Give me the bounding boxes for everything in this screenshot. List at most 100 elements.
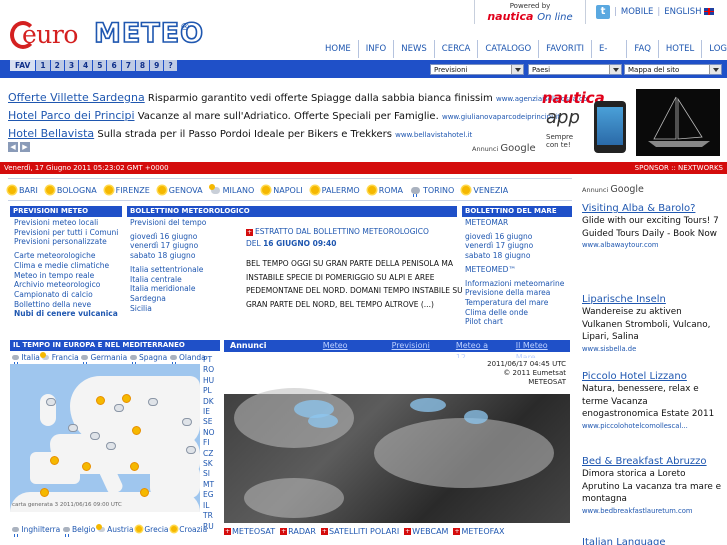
city-venezia[interactable]: VENEZIA [462,184,508,196]
city-palermo[interactable]: PALERMO [310,184,360,196]
ad-url[interactable]: www.piccolohotelcomollescal... [582,421,722,431]
link-region[interactable]: Sardegna [130,294,206,304]
fav-slot-4[interactable]: 4 [79,60,94,71]
english-link[interactable]: ENGLISH [664,7,714,17]
country-code[interactable]: PT [203,355,219,365]
nav-faq[interactable]: FAQ [626,40,657,58]
sailboat-image[interactable] [636,89,720,156]
right-ad[interactable]: Liparische Inseln Wandereise zu aktiven … [582,293,722,354]
link-satelliti-polari[interactable]: + SATELLITI POLARI [320,527,399,536]
link-previsioni-locali[interactable]: Previsioni meteo locali [14,218,118,228]
euro-meteo-logo[interactable]: euro METEO ® [10,17,204,54]
city-bari[interactable]: BARI [8,184,38,196]
ads-prev-button[interactable]: ◀ [8,142,18,152]
mappa-select[interactable]: Mappa del sito [624,64,722,75]
nav-hotel[interactable]: HOTEL [657,40,701,58]
nav-home[interactable]: HOME [318,40,358,58]
right-ad[interactable]: Visiting Alba & Barolo? Glide with our e… [582,202,722,250]
country-link[interactable]: Inghilterra [21,525,60,534]
ad-url[interactable]: www.sisbella.de [582,344,722,354]
link-region[interactable]: Italia meridionale [130,284,206,294]
country-code[interactable]: DK [203,397,219,407]
link-day[interactable]: venerdì 17 giugno [465,241,564,251]
right-ad[interactable]: Piccolo Hotel Lizzano Natura, benessere,… [582,370,722,431]
tab-meteo-mare[interactable]: Il Meteo Mare [502,340,570,362]
city-napoli[interactable]: NAPOLI [262,184,303,196]
link-mare[interactable]: Previsione della marea [465,288,564,298]
ad-url[interactable]: www.albawaytour.com [582,240,722,250]
fav-help[interactable]: ? [164,60,178,71]
country-link[interactable]: Grecia [144,525,168,534]
ad-title[interactable]: Italian Language [582,536,722,545]
link-calcio[interactable]: Campionato di calcio [14,290,118,300]
fav-slot-6[interactable]: 6 [107,60,122,71]
link-day[interactable]: giovedì 16 giugno [465,232,564,242]
link-meteofax[interactable]: + METEOFAX [453,527,504,536]
ad-line[interactable]: Hotel Bellavista Sulla strada per il Pas… [8,127,472,140]
country-link[interactable]: Italia [21,353,40,362]
link-mare[interactable]: Temperatura del mare [465,298,564,308]
nav-email[interactable]: E-MAIL [591,40,626,72]
link-previsioni-personalizzate[interactable]: Previsioni personalizzate [14,237,118,247]
country-code[interactable]: EG [203,490,219,500]
city-genova[interactable]: GENOVA [157,184,203,196]
country-code[interactable]: SI [203,469,219,479]
link-meteosat[interactable]: + METEOSAT [224,527,275,536]
twitter-icon[interactable]: t [596,5,610,19]
nav-favoriti[interactable]: FAVORITI [538,40,591,58]
ad-title[interactable]: Liparische Inseln [582,293,722,306]
europe-weather-map[interactable]: carta generata 3 2011/06/16 09:00 UTC [10,364,200,512]
estratto-link[interactable]: + ESTRATTO DAL BOLLETTINO METEOROLOGICO [246,226,472,238]
city-roma[interactable]: ROMA [367,184,403,196]
link-previsioni-tempo[interactable]: Previsioni del tempo [130,218,206,228]
ad-url[interactable]: www.bedbreakfastlauretum.com [582,506,722,516]
link-meteomed[interactable]: METEOMED™ [465,265,564,275]
link-day[interactable]: venerdì 17 giugno [130,241,206,251]
country-code[interactable]: HU [203,376,219,386]
tab-annunci-google[interactable]: Annunci Google [224,340,317,362]
tab-meteo-a-12[interactable]: Meteo a 12 [436,340,502,362]
country-code[interactable]: MT [203,480,219,490]
country-code[interactable]: NO [203,428,219,438]
country-code[interactable]: PL [203,386,219,396]
country-code[interactable]: FI [203,438,219,448]
link-region[interactable]: Italia centrale [130,275,206,285]
fav-slot-9[interactable]: 9 [150,60,165,71]
previsioni-select[interactable]: Previsioni [430,64,524,75]
country-code[interactable]: SK [203,459,219,469]
nav-info[interactable]: INFO [357,40,393,58]
country-code[interactable]: TR [203,511,219,521]
link-neve[interactable]: Bollettino della neve [14,300,118,310]
nav-catalogo[interactable]: CATALOGO [477,40,538,58]
annunci-google[interactable]: Annunci Google [472,143,536,154]
city-firenze[interactable]: FIRENZE [104,184,150,196]
country-link[interactable]: Francia [52,353,79,362]
city-milano[interactable]: MILANO [208,183,254,196]
link-region[interactable]: Sicilia [130,304,206,314]
link-previsioni-comuni[interactable]: Previsioni per tutti i Comuni [14,228,118,238]
link-region[interactable]: Italia settentrionale [130,265,206,275]
link-cenere[interactable]: Nubi di cenere vulcanica [14,309,118,319]
sponsor-link[interactable]: SPONSOR :: NEXTWORKS [635,162,723,174]
nav-login[interactable]: LOGIN [701,40,727,58]
city-torino[interactable]: TORINO [410,184,454,197]
link-radar[interactable]: + RADAR [280,527,316,536]
link-mare[interactable]: Clima delle onde [465,308,564,318]
tab-meteo[interactable]: Meteo [317,340,354,352]
city-bologna[interactable]: BOLOGNA [45,184,97,196]
ads-next-button[interactable]: ▶ [20,142,30,152]
country-link[interactable]: Croazia [179,525,207,534]
right-ad[interactable]: Italian Language [582,536,722,545]
link-mare[interactable]: Informazioni meteomarine [465,279,564,289]
country-code[interactable]: IE [203,407,219,417]
link-day[interactable]: sabato 18 giugno [465,251,564,261]
nav-news[interactable]: NEWS [393,40,434,58]
link-meteomar[interactable]: METEOMAR [465,218,564,228]
country-code[interactable]: SE [203,417,219,427]
link-tempo-reale[interactable]: Meteo in tempo reale [14,271,118,281]
nautica-app-banner[interactable]: nautica app Sempre con te! Annunci Googl… [472,87,632,157]
link-mare[interactable]: Pilot chart [465,317,564,327]
link-day[interactable]: sabato 18 giugno [130,251,206,261]
mobile-link[interactable]: MOBILE [621,7,653,17]
powered-by-nautica[interactable]: Powered by nautica On line [474,0,586,24]
